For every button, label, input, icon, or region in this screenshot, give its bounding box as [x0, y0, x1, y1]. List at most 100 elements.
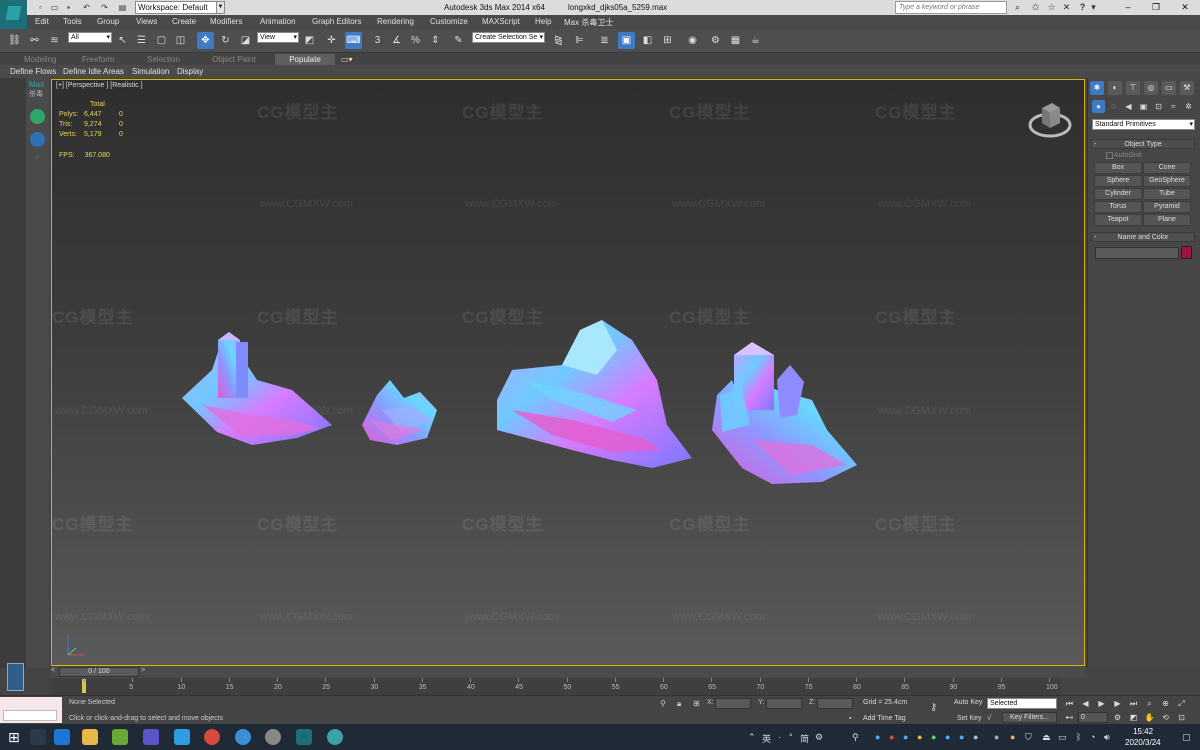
systems-icon[interactable]: ✲	[1182, 100, 1195, 113]
select-by-name-icon[interactable]: ☰	[133, 32, 150, 49]
snaps-toggle-icon[interactable]: 3	[369, 32, 386, 49]
crystal-cluster-1[interactable]	[182, 332, 332, 445]
time-config-icon[interactable]: ⚙	[1112, 712, 1123, 723]
selection-filter-dropdown[interactable]: All	[68, 32, 112, 43]
teapot-button[interactable]: Teapot	[1094, 214, 1142, 226]
maximize-viewport-icon[interactable]: ⤢	[1176, 698, 1187, 709]
tab-selection[interactable]: Selection	[141, 54, 186, 65]
usb-icon[interactable]: ⏏	[1042, 732, 1051, 743]
crystal-models[interactable]	[52, 80, 1084, 665]
left-widget[interactable]	[7, 663, 24, 691]
app-icon[interactable]	[265, 729, 281, 745]
bluetooth-icon[interactable]: ᛒ	[1076, 732, 1081, 742]
open-file-icon[interactable]: ▭	[50, 3, 59, 12]
z-coordinate-field[interactable]	[817, 698, 853, 709]
current-frame-field[interactable]: 0	[1078, 712, 1108, 723]
scan-icon[interactable]	[30, 109, 45, 124]
app-icon[interactable]	[143, 729, 159, 745]
ribbon-options-icon[interactable]: ▭▾	[335, 54, 359, 65]
settings-icon[interactable]: ⚙	[815, 732, 823, 743]
tray-app-icon[interactable]: ●	[931, 732, 936, 742]
tab-modeling[interactable]: Modeling	[18, 54, 62, 65]
curve-editor-icon[interactable]: ◧	[639, 32, 656, 49]
simulation-button[interactable]: Simulation	[132, 67, 169, 76]
file-explorer-icon[interactable]	[82, 729, 98, 745]
help-search-input[interactable]: Type a keyword or phrase	[895, 1, 1007, 14]
tray-app-icon[interactable]: ●	[959, 732, 964, 742]
menu-modifiers[interactable]: Modifiers	[210, 17, 242, 26]
rendered-frame-icon[interactable]: ▦	[727, 32, 744, 49]
tray-app-icon[interactable]: ●	[945, 732, 950, 742]
create-tab-icon[interactable]: ✱	[1090, 81, 1104, 95]
crystal-cluster-3[interactable]	[497, 320, 692, 468]
zoom-all-icon[interactable]: ⊕	[1160, 698, 1171, 709]
menu-rendering[interactable]: Rendering	[377, 17, 414, 26]
box-button[interactable]: Box	[1094, 162, 1142, 174]
keyboard-icon[interactable]: ·	[778, 732, 781, 742]
app-icon[interactable]	[327, 729, 343, 745]
go-to-start-icon[interactable]: ⏮	[1064, 698, 1075, 709]
motion-tab-icon[interactable]: ◎	[1144, 81, 1158, 95]
tray-app-icon[interactable]: ●	[889, 732, 894, 742]
tray-app-icon[interactable]: ●	[903, 732, 908, 742]
graphite-toolbar-icon[interactable]: ▣	[618, 32, 635, 49]
network-icon[interactable]: ⚲	[852, 732, 859, 743]
exchange-icon[interactable]: ✕	[1061, 2, 1072, 13]
previous-frame-icon[interactable]: <	[51, 667, 55, 674]
plane-button[interactable]: Plane	[1143, 214, 1191, 226]
menu-customize[interactable]: Customize	[430, 17, 468, 26]
tray-app-icon[interactable]: ●	[875, 732, 880, 742]
menu-tools[interactable]: Tools	[63, 17, 82, 26]
object-category-dropdown[interactable]: Standard Primitives	[1092, 119, 1195, 130]
menu-help[interactable]: Help	[535, 17, 551, 26]
start-icon[interactable]: ⊞	[8, 729, 24, 745]
object-color-swatch[interactable]	[1181, 246, 1192, 259]
save-file-icon[interactable]: ▪	[64, 3, 73, 12]
select-and-rotate-icon[interactable]: ↻	[217, 32, 234, 49]
object-type-rollout[interactable]: - Object Type	[1091, 139, 1195, 149]
wifi-icon[interactable]: ◔	[1090, 732, 1095, 742]
select-and-manipulate-icon[interactable]: ✛	[323, 32, 340, 49]
redo-icon[interactable]: ↷	[100, 3, 109, 12]
align-icon[interactable]: ⊫	[571, 32, 588, 49]
go-to-end-icon[interactable]: ⏭	[1128, 698, 1139, 709]
workspace-dropdown[interactable]: Workspace: Default	[135, 1, 217, 14]
define-flows-button[interactable]: Define Flows	[10, 67, 56, 76]
select-and-move-icon[interactable]: ✥	[197, 32, 214, 49]
shapes-icon[interactable]: ◌	[1107, 100, 1120, 113]
orbit-icon[interactable]: ⟲	[1160, 712, 1171, 723]
menu-max-antivirus[interactable]: Max 杀毒卫士	[564, 17, 613, 28]
notification-icon[interactable]: ▢	[1182, 732, 1191, 743]
track-bar[interactable]: 5 10 15 20 25 30 35 40 45 50 55 60 65 70 75 80 85 90 95 100	[51, 678, 1061, 695]
tab-populate[interactable]: Populate	[275, 54, 335, 65]
tray-app-icon[interactable]: ●	[1010, 732, 1015, 742]
menu-views[interactable]: Views	[136, 17, 157, 26]
tray-app-icon[interactable]: ●	[917, 732, 922, 742]
y-coordinate-field[interactable]	[766, 698, 802, 709]
material-editor-icon[interactable]: ◉	[684, 32, 701, 49]
app-logo-icon[interactable]	[0, 0, 27, 29]
tray-app-icon[interactable]: ●	[994, 732, 999, 742]
previous-frame-icon[interactable]: ◀	[1080, 698, 1091, 709]
absolute-mode-icon[interactable]: ⊞	[693, 699, 700, 708]
key-filters-button[interactable]: Key Filters...	[1002, 712, 1057, 723]
helpers-icon[interactable]: ⊡	[1152, 100, 1165, 113]
define-idle-areas-button[interactable]: Define Idle Areas	[63, 67, 124, 76]
menu-graph-editors[interactable]: Graph Editors	[312, 17, 361, 26]
minimize-button[interactable]: –	[1115, 0, 1141, 15]
menu-edit[interactable]: Edit	[35, 17, 49, 26]
punctuation-icon[interactable]: °	[789, 732, 793, 742]
set-key-button[interactable]: Set Key	[957, 715, 982, 722]
clock-time[interactable]: 15:42	[1133, 727, 1153, 736]
pivot-center-icon[interactable]: ◩	[301, 32, 318, 49]
project-folder-icon[interactable]: ▤	[118, 3, 127, 12]
chevron-down-icon[interactable]: ▼	[216, 1, 225, 14]
new-file-icon[interactable]: ▫	[36, 3, 45, 12]
reference-coordinate-dropdown[interactable]: View	[257, 32, 299, 43]
chevron-down-icon[interactable]: ▾	[1088, 2, 1099, 13]
selection-set-dropdown[interactable]: Selected	[987, 698, 1057, 709]
name-and-color-rollout[interactable]: - Name and Color	[1091, 232, 1195, 242]
cone-button[interactable]: Cone	[1143, 162, 1191, 174]
tray-app-icon[interactable]: ●	[973, 732, 978, 742]
crystal-cluster-4[interactable]	[712, 342, 857, 484]
